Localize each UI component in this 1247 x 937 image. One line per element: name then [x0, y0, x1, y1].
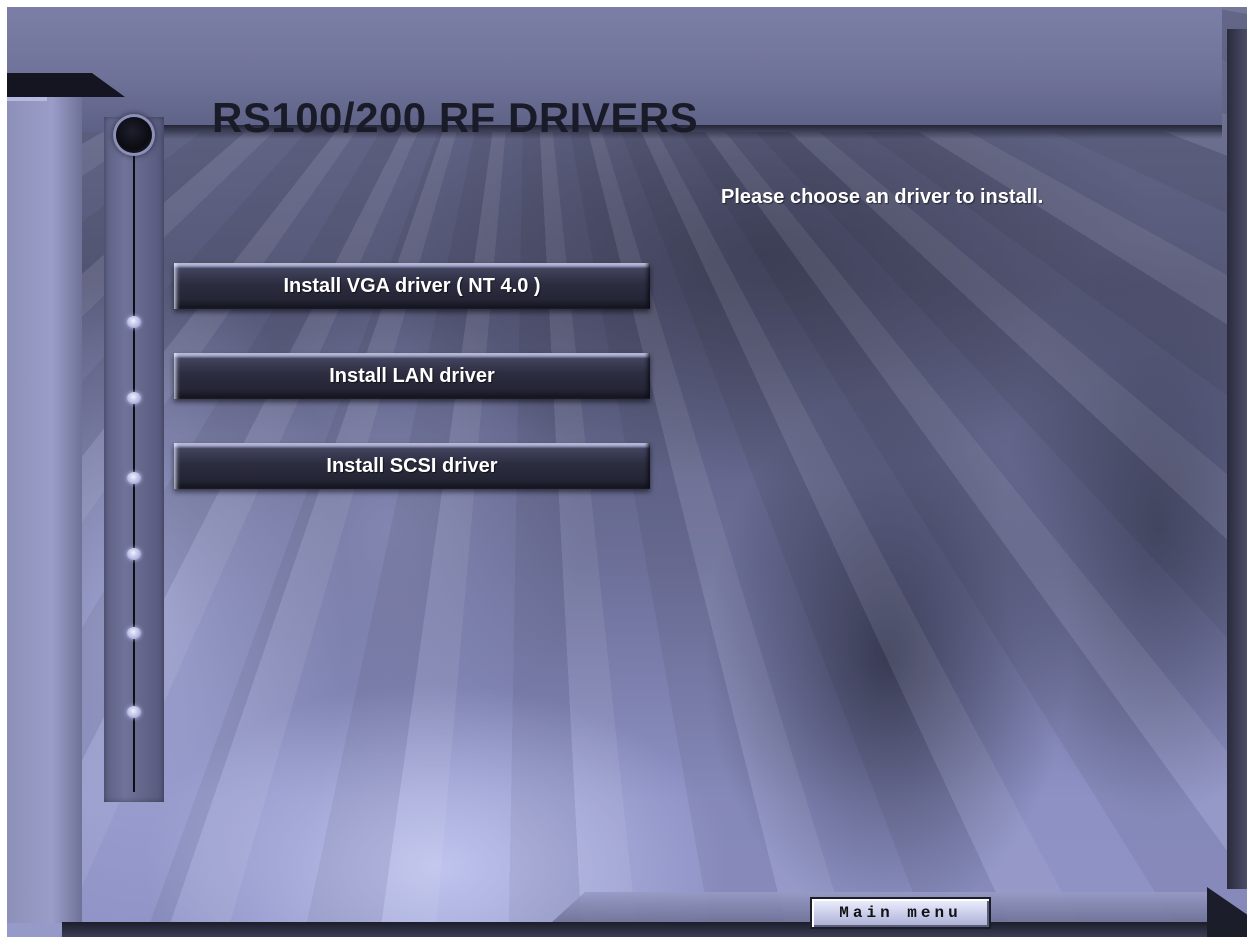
right-frame-strip: [1227, 29, 1247, 889]
page-title: RS100/200 RF DRIVERS: [212, 94, 699, 140]
main-menu-button[interactable]: Main menu: [812, 899, 989, 927]
progress-rail-line: [133, 142, 135, 792]
frame-corner-highlight: [7, 97, 47, 101]
rail-dot: [127, 548, 141, 560]
rail-dot: [127, 316, 141, 328]
footer-bar: [62, 922, 1247, 937]
instruction-text: Please choose an driver to install.: [721, 186, 1044, 208]
rail-dot: [127, 627, 141, 639]
left-frame: [7, 73, 82, 923]
footer-corner: [1207, 887, 1247, 937]
install-lan-driver-button[interactable]: Install LAN driver: [174, 353, 650, 399]
rail-dot: [127, 706, 141, 718]
install-vga-driver-button[interactable]: Install VGA driver ( NT 4.0 ): [174, 263, 650, 309]
progress-knob: [116, 117, 152, 153]
installer-screen: RS100/200 RF DRIVERS Please choose an dr…: [7, 7, 1247, 937]
rail-dot: [127, 392, 141, 404]
rail-dot: [127, 472, 141, 484]
install-scsi-driver-button[interactable]: Install SCSI driver: [174, 443, 650, 489]
